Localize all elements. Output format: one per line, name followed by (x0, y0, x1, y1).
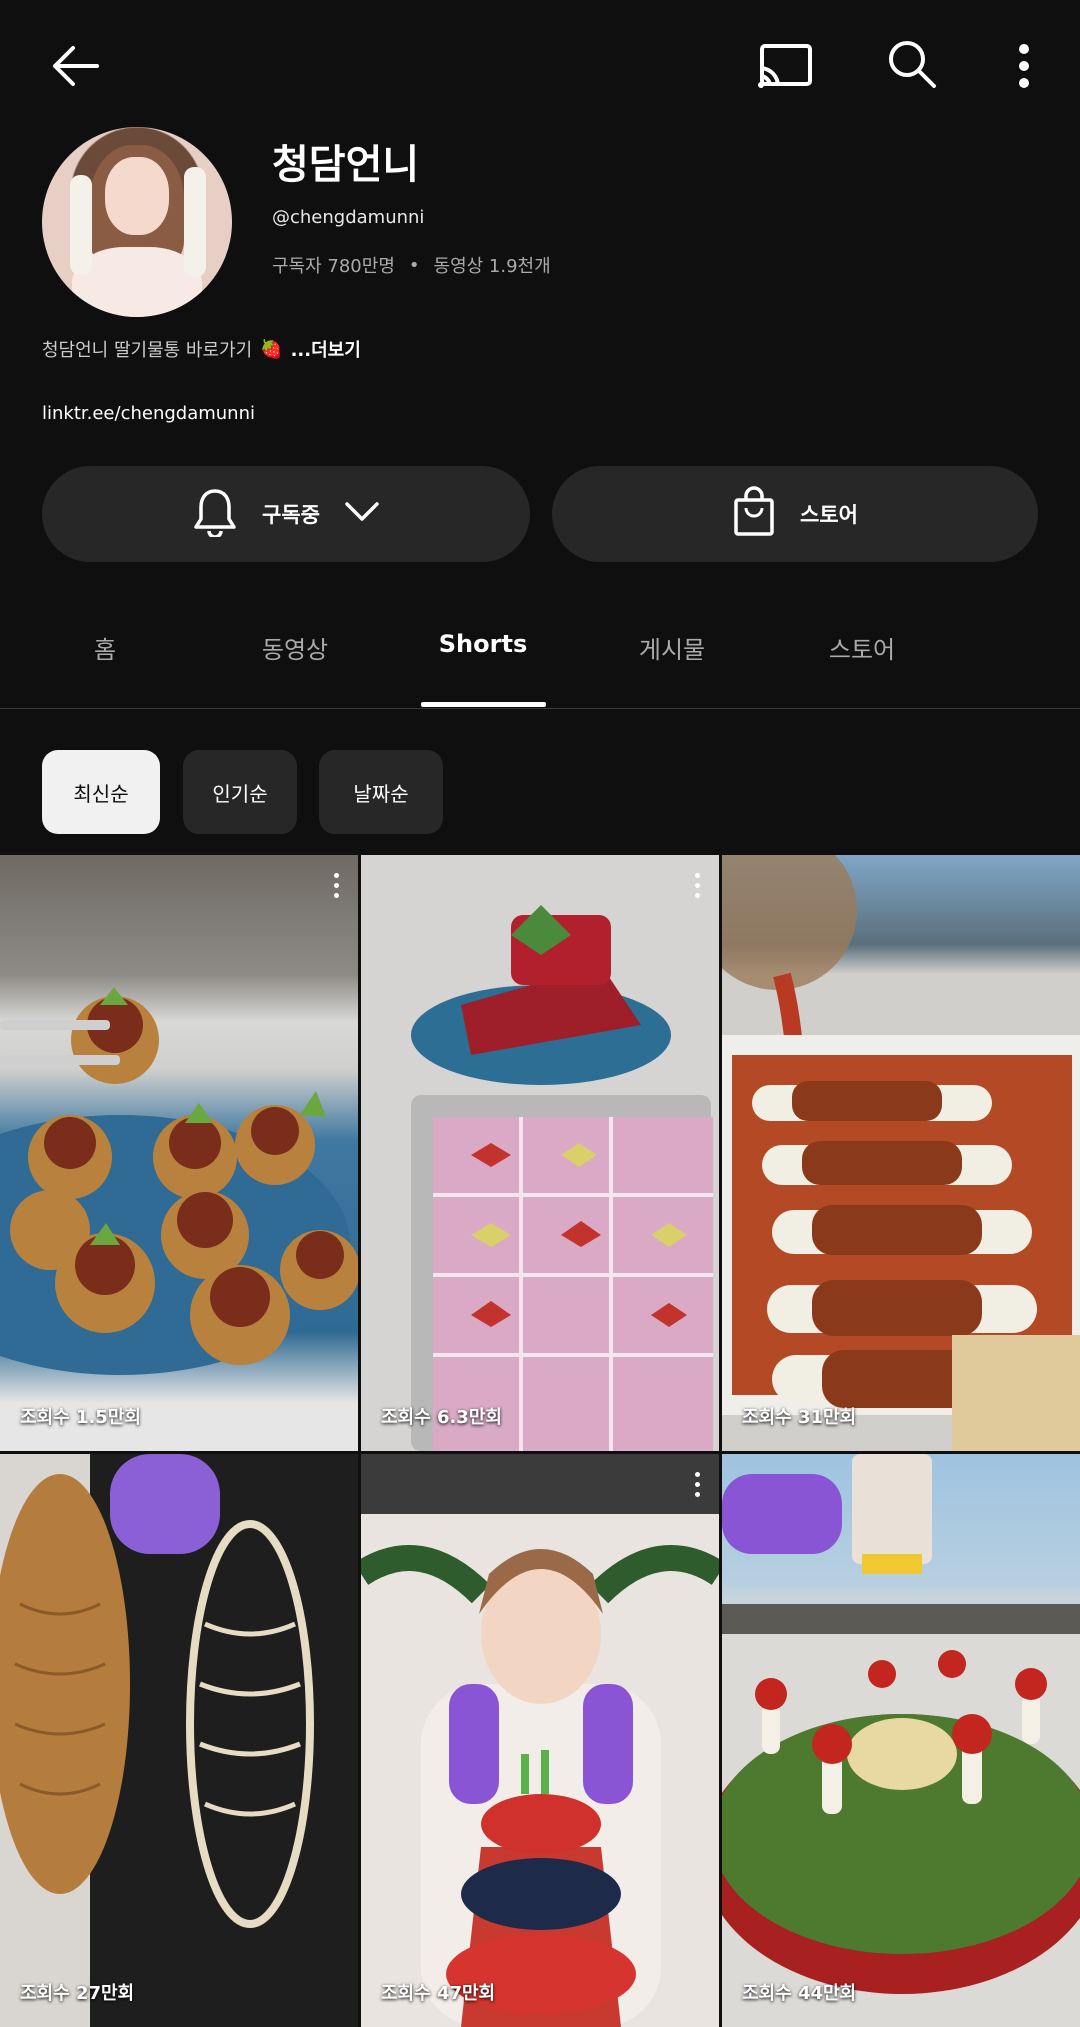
strawberry-emoji: 🍓 (260, 338, 283, 360)
cast-icon[interactable] (752, 36, 818, 96)
channel-name: 청담언니 (272, 142, 420, 188)
tab-videos[interactable]: 동영상 (262, 630, 328, 665)
short-thumbnail[interactable]: 조회수 31만회 (722, 855, 1080, 1451)
store-label: 스토어 (800, 503, 858, 527)
shopping-bag-icon (732, 485, 776, 543)
store-button[interactable]: 스토어 (552, 466, 1038, 562)
channel-link[interactable]: linktr.ee/chengdamunni (42, 403, 255, 424)
channel-tabs: 홈 동영상 Shorts 게시물 스토어 (0, 590, 1080, 709)
chevron-down-icon (344, 501, 380, 528)
channel-handle: @chengdamunni (272, 207, 425, 228)
short-thumbnail[interactable]: 조회수 27만회 (0, 1454, 358, 2027)
chip-popular[interactable]: 인기순 (183, 750, 297, 834)
video-count: 동영상 1.9천개 (433, 256, 551, 277)
more-link[interactable]: ...더보기 (291, 336, 361, 362)
chip-oldest[interactable]: 날짜순 (319, 750, 443, 834)
view-count: 조회수 1.5만회 (20, 1407, 141, 1428)
subscribed-button[interactable]: 구독중 (42, 466, 530, 562)
description-text: 청담언니 딸기물통 바로가기 (42, 340, 253, 361)
stats-separator: • (408, 254, 420, 276)
view-count: 조회수 47만회 (381, 1983, 496, 2004)
arrow-left-icon[interactable] (40, 36, 110, 96)
more-vertical-icon[interactable] (1004, 36, 1044, 96)
channel-avatar[interactable] (42, 127, 232, 317)
tab-posts[interactable]: 게시물 (639, 630, 705, 665)
subscribed-label: 구독중 (262, 503, 320, 527)
subscriber-count: 구독자 780만명 (272, 256, 395, 277)
channel-description[interactable]: 청담언니 딸기물통 바로가기 🍓 ...더보기 (42, 336, 361, 362)
short-thumbnail[interactable]: 조회수 44만회 (722, 1454, 1080, 2027)
more-vertical-icon[interactable] (334, 873, 340, 899)
tab-store[interactable]: 스토어 (829, 630, 895, 665)
tab-shorts[interactable]: Shorts (439, 630, 527, 658)
tab-home[interactable]: 홈 (94, 630, 116, 665)
short-thumbnail[interactable]: 조회수 1.5만회 (0, 855, 358, 1451)
shorts-grid: 조회수 1.5만회 조회수 6.3만회 조회수 31만회 조회수 27만회 조회… (0, 855, 1080, 2027)
view-count: 조회수 44만회 (742, 1983, 857, 2004)
search-icon[interactable] (882, 34, 942, 94)
channel-stats: 구독자 780만명 • 동영상 1.9천개 (272, 252, 551, 278)
more-vertical-icon[interactable] (695, 1472, 701, 1498)
chip-latest[interactable]: 최신순 (42, 750, 160, 834)
view-count: 조회수 31만회 (742, 1407, 857, 1428)
view-count: 조회수 6.3만회 (381, 1407, 502, 1428)
view-count: 조회수 27만회 (20, 1983, 135, 2004)
active-tab-indicator (421, 702, 546, 707)
top-app-bar (0, 0, 1080, 130)
short-thumbnail[interactable]: 조회수 47만회 (361, 1454, 719, 2027)
more-vertical-icon[interactable] (695, 873, 701, 899)
bell-icon (192, 487, 238, 542)
short-thumbnail[interactable]: 조회수 6.3만회 (361, 855, 719, 1451)
